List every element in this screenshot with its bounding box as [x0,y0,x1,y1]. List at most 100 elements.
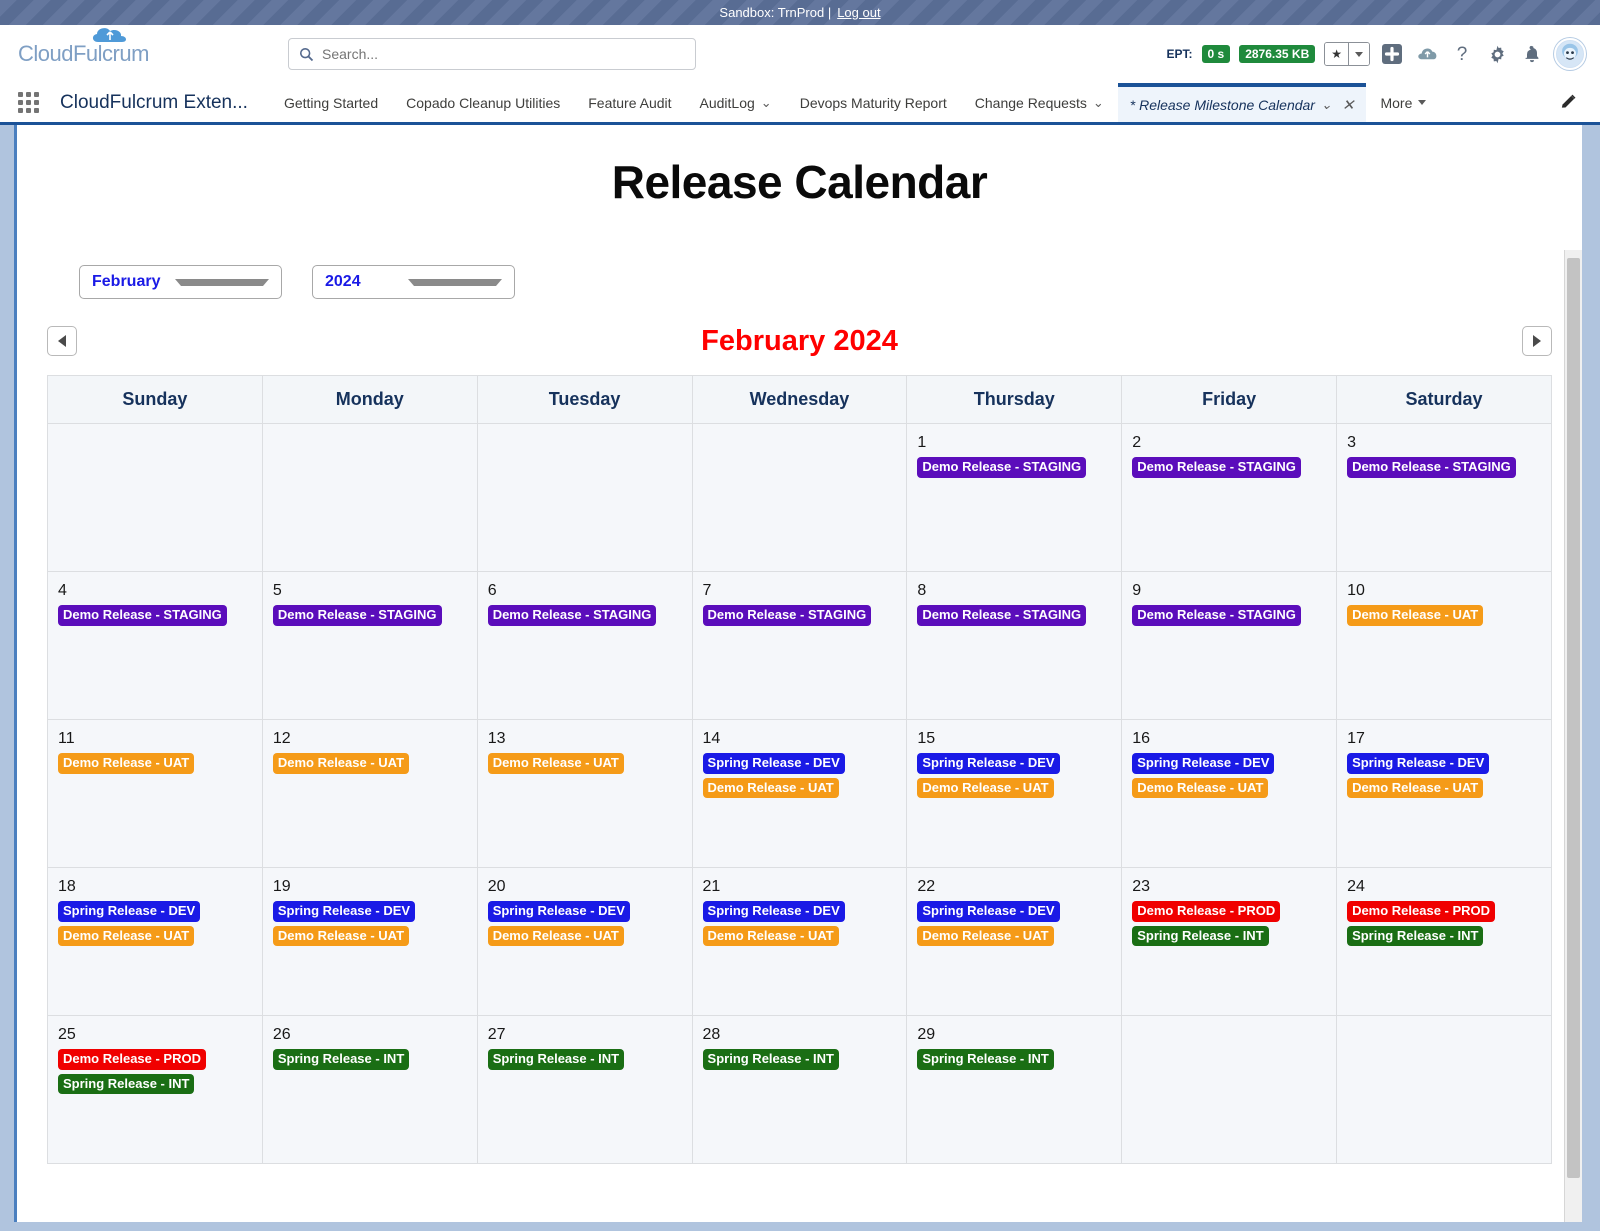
next-month-button[interactable] [1522,326,1552,356]
calendar-event-badge[interactable]: Demo Release - UAT [1132,777,1269,799]
calendar-event-badge[interactable]: Demo Release - UAT [272,753,410,774]
add-icon[interactable] [1379,41,1405,67]
calendar-day-cell[interactable]: 26 Spring Release - INT [261,1015,478,1164]
calendar-event-badge[interactable]: Spring Release - DEV [702,901,845,922]
calendar-day-cell[interactable]: 6 Demo Release - STAGING [476,571,693,720]
calendar-day-cell[interactable]: 3 Demo Release - STAGING [1336,423,1552,572]
calendar-event-badge[interactable]: Demo Release - UAT [487,753,624,774]
calendar-day-cell[interactable]: 25 Demo Release - PROD Spring Release - IN… [47,1015,263,1164]
brand-logo[interactable]: CloudFulcrum [18,28,228,65]
favorites-chevron-down-icon[interactable] [1348,43,1369,65]
calendar-event-badge[interactable]: Spring Release - INT [1132,925,1269,947]
calendar-event-badge[interactable]: Demo Release - STAGING [1347,457,1516,478]
calendar-day-cell[interactable]: 18 Spring Release - DEV Demo Release - UAT [47,867,263,1016]
chevron-down-icon[interactable]: ⌄ [1321,97,1332,113]
nav-item-change-requests[interactable]: Change Requests ⌄ [961,83,1118,122]
chevron-down-icon[interactable]: ⌄ [761,95,772,111]
calendar-event-badge[interactable]: Spring Release - INT [487,1049,625,1070]
chevron-down-icon[interactable]: ⌄ [1093,95,1104,111]
nav-item-devops-maturity-report[interactable]: Devops Maturity Report [786,83,961,122]
calendar-event-badge[interactable]: Spring Release - DEV [917,753,1060,774]
calendar-day-cell[interactable]: 22 Spring Release - DEV Demo Release - UAT [906,867,1123,1016]
calendar-day-cell[interactable]: 16 Spring Release - DEV Demo Release - UAT [1121,719,1338,868]
calendar-event-badge[interactable]: Demo Release - STAGING [702,605,872,626]
calendar-day-cell[interactable]: 14 Spring Release - DEV Demo Release - UAT [691,719,908,868]
avatar[interactable] [1554,38,1586,70]
calendar-event-badge[interactable]: Demo Release - UAT [917,925,1054,947]
calendar-event-badge[interactable]: Spring Release - DEV [1132,753,1275,774]
month-select[interactable]: February [79,265,282,299]
calendar-day-cell[interactable]: 10 Demo Release - UAT [1336,571,1552,720]
nav-item-release-milestone-calendar[interactable]: * Release Milestone Calendar ⌄ ✕ [1117,83,1367,122]
app-name[interactable]: CloudFulcrum Exten... [60,83,248,122]
calendar-event-badge[interactable]: Demo Release - STAGING [272,605,442,626]
help-icon[interactable]: ? [1449,41,1475,67]
calendar-day-cell[interactable]: 11 Demo Release - UAT [47,719,263,868]
calendar-event-badge[interactable]: Demo Release - UAT [702,777,839,799]
calendar-event-badge[interactable]: Demo Release - UAT [917,777,1054,799]
calendar-day-cell[interactable]: 28 Spring Release - INT [691,1015,908,1164]
calendar-day-cell[interactable]: 21 Spring Release - DEV Demo Release - UAT [691,867,908,1016]
calendar-event-badge[interactable]: Demo Release - PROD [1132,901,1281,922]
calendar-event-badge[interactable]: Spring Release - DEV [702,753,845,774]
calendar-event-badge[interactable]: Demo Release - STAGING [917,457,1087,478]
calendar-day-cell[interactable]: 19 Spring Release - DEV Demo Release - UAT [261,867,478,1016]
calendar-event-badge[interactable]: Spring Release - INT [58,1073,195,1095]
calendar-event-badge[interactable]: Demo Release - PROD [58,1049,206,1070]
calendar-day-cell[interactable]: 5 Demo Release - STAGING [261,571,478,720]
calendar-day-cell[interactable]: 15 Spring Release - DEV Demo Release - UAT [906,719,1123,868]
calendar-day-cell[interactable]: 4 Demo Release - STAGING [47,571,263,720]
calendar-day-cell[interactable]: 12 Demo Release - UAT [261,719,478,868]
app-launcher-icon[interactable] [18,83,44,122]
calendar-day-cell[interactable]: 8 Demo Release - STAGING [906,571,1123,720]
calendar-event-badge[interactable]: Spring Release - DEV [58,901,201,922]
calendar-event-badge[interactable]: Demo Release - STAGING [917,605,1087,626]
nav-item-getting-started[interactable]: Getting Started [270,83,392,122]
favorites-control[interactable]: ★ [1324,42,1370,66]
scrollbar-thumb[interactable] [1567,258,1580,1178]
calendar-event-badge[interactable]: Demo Release - UAT [272,925,410,947]
calendar-event-badge[interactable]: Demo Release - UAT [487,925,624,947]
calendar-event-badge[interactable]: Spring Release - DEV [272,901,416,922]
previous-month-button[interactable] [47,326,77,356]
calendar-event-badge[interactable]: Demo Release - UAT [58,925,195,947]
calendar-day-cell[interactable]: 29 Spring Release - INT [906,1015,1123,1164]
calendar-day-cell[interactable]: 13 Demo Release - UAT [476,719,693,868]
calendar-event-badge[interactable]: Spring Release - INT [1347,925,1484,947]
calendar-event-badge[interactable]: Demo Release - STAGING [1132,457,1301,478]
calendar-event-badge[interactable]: Demo Release - STAGING [487,605,657,626]
vertical-scrollbar[interactable] [1564,250,1582,1231]
calendar-day-cell[interactable]: 1 Demo Release - STAGING [906,423,1123,572]
calendar-day-cell[interactable]: 9 Demo Release - STAGING [1121,571,1338,720]
chevron-down-icon[interactable] [1418,100,1427,105]
gear-icon[interactable] [1484,41,1510,67]
calendar-event-badge[interactable]: Spring Release - INT [702,1049,839,1070]
calendar-day-cell[interactable]: 7 Demo Release - STAGING [691,571,908,720]
calendar-event-badge[interactable]: Demo Release - UAT [1347,777,1484,799]
calendar-day-cell[interactable]: 20 Spring Release - DEV Demo Release - UAT [476,867,693,1016]
calendar-day-cell[interactable]: 24 Demo Release - PROD Spring Release - IN… [1336,867,1552,1016]
calendar-event-badge[interactable]: Spring Release - DEV [1347,753,1490,774]
calendar-event-badge[interactable]: Demo Release - STAGING [1132,605,1301,626]
nav-item-auditlog[interactable]: AuditLog ⌄ [686,83,786,122]
calendar-event-badge[interactable]: Spring Release - INT [917,1049,1054,1070]
close-icon[interactable]: ✕ [1342,96,1355,114]
notifications-bell-icon[interactable] [1519,41,1545,67]
nav-item-more[interactable]: More [1366,83,1440,122]
calendar-day-cell[interactable]: 27 Spring Release - INT [476,1015,693,1164]
global-search[interactable] [288,38,696,70]
calendar-event-badge[interactable]: Demo Release - UAT [702,925,839,947]
calendar-day-cell[interactable]: 17 Spring Release - DEV Demo Release - UAT [1336,719,1552,868]
year-select[interactable]: 2024 [312,265,515,299]
calendar-event-badge[interactable]: Spring Release - DEV [487,901,630,922]
nav-item-feature-audit[interactable]: Feature Audit [574,83,685,122]
calendar-event-badge[interactable]: Demo Release - UAT [1347,605,1484,626]
calendar-day-cell[interactable]: 2 Demo Release - STAGING [1121,423,1338,572]
calendar-event-badge[interactable]: Spring Release - INT [272,1049,410,1070]
logout-link[interactable]: Log out [837,5,880,20]
search-input[interactable] [322,46,685,62]
calendar-day-cell[interactable]: 23 Demo Release - PROD Spring Release - IN… [1121,867,1338,1016]
cloud-setup-icon[interactable] [1414,41,1440,67]
calendar-event-badge[interactable]: Demo Release - PROD [1347,901,1496,922]
calendar-event-badge[interactable]: Demo Release - UAT [58,753,195,774]
